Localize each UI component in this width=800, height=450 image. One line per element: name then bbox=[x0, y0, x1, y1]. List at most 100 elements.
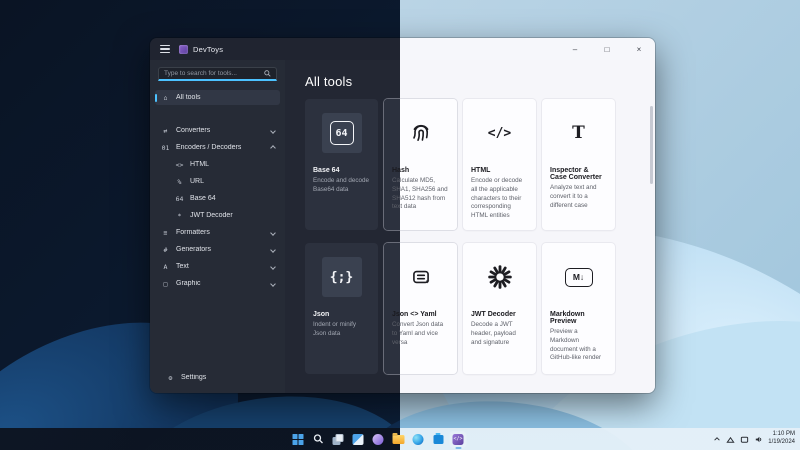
tool-card-desc: Calculate MD5, SHA1, SHA256 and SHA512 h… bbox=[392, 177, 448, 211]
image-icon: □ bbox=[163, 279, 168, 288]
desktop: DevToys – □ × ⌂ bbox=[0, 0, 800, 450]
start-icon[interactable] bbox=[291, 432, 306, 447]
burst-icon bbox=[480, 257, 520, 297]
tool-card-desc: Convert Json data to Yaml and vice versa bbox=[392, 321, 444, 346]
sidebar-item-graphic[interactable]: □ Graphic bbox=[155, 276, 280, 291]
sidebar-item-url[interactable]: % URL bbox=[169, 174, 280, 189]
tool-card-inspector[interactable]: T Inspector & Case Converter Analyze tex… bbox=[542, 99, 615, 230]
chevron-down-icon bbox=[270, 229, 276, 236]
sidebar-item-generators[interactable]: # Generators bbox=[155, 242, 280, 257]
chevron-down-icon bbox=[270, 263, 276, 270]
sidebar-item-formatters[interactable]: ≡ Formatters bbox=[155, 225, 280, 240]
tool-card-title: Markdown Preview bbox=[550, 311, 585, 325]
sidebar-item-html[interactable]: <> HTML bbox=[169, 157, 280, 172]
text-icon: A bbox=[163, 262, 168, 271]
markup-icon: <> bbox=[175, 160, 184, 169]
main-content: All tools 64 Base 64 Encode and decode B… bbox=[285, 60, 655, 393]
encode-icon: 01 bbox=[161, 143, 170, 152]
braces-icon: {;} bbox=[321, 257, 362, 297]
tool-card-title: Base 64 bbox=[313, 167, 340, 174]
search-input[interactable] bbox=[164, 70, 261, 77]
sidebar-item-encoders-decoders[interactable]: 01 Encoders / Decoders bbox=[155, 140, 280, 155]
markdown-icon: M↓ bbox=[559, 257, 599, 297]
taskbar: </> 1:10 PM 1/19/2024 bbox=[0, 428, 800, 450]
widgets-icon[interactable] bbox=[351, 432, 366, 447]
sidebar-item-settings[interactable]: ⚙ Settings bbox=[160, 370, 275, 385]
maximize-button[interactable]: □ bbox=[591, 38, 623, 60]
tool-card-desc: Indent or minify Json data bbox=[313, 321, 357, 337]
scrollbar[interactable] bbox=[650, 106, 653, 184]
tool-card-markdown-preview[interactable]: M↓ Markdown Preview Preview a Markdown d… bbox=[542, 243, 615, 374]
token-icon: * bbox=[177, 211, 182, 220]
swap-icon: ⇄ bbox=[163, 126, 168, 135]
tray-date: 1/19/2024 bbox=[768, 439, 795, 445]
indent-icon: ≡ bbox=[163, 228, 168, 237]
sidebar-item-all-tools[interactable]: ⌂ All tools bbox=[155, 90, 280, 105]
tool-card-hash[interactable]: Hash Calculate MD5, SHA1, SHA256 and SHA… bbox=[384, 99, 457, 230]
file-explorer-icon[interactable] bbox=[391, 432, 406, 447]
repeat-icon bbox=[401, 257, 441, 297]
sidebar-item-jwt-decoder[interactable]: * JWT Decoder bbox=[169, 208, 280, 223]
home-icon: ⌂ bbox=[163, 93, 168, 102]
link-icon: % bbox=[177, 177, 182, 186]
code-icon: </> bbox=[487, 125, 512, 141]
devtoys-window: DevToys – □ × ⌂ bbox=[150, 38, 655, 393]
window-body: ⌂ All tools ⇄ Converters 01 Encoders / D… bbox=[150, 60, 655, 393]
tool-card-desc: Encode and decode Base64 data bbox=[313, 177, 370, 193]
search-icon bbox=[264, 70, 271, 77]
tool-card-desc: Analyze text and convert it to a differe… bbox=[550, 184, 597, 209]
window-title: DevToys bbox=[193, 44, 224, 54]
base64-icon: 64 bbox=[175, 194, 184, 203]
window-controls: – □ × bbox=[559, 38, 655, 60]
tray-time: 1:10 PM bbox=[772, 431, 795, 438]
sidebar-item-text[interactable]: A Text bbox=[155, 259, 280, 274]
copilot-icon[interactable] bbox=[371, 432, 386, 447]
chevron-down-icon bbox=[270, 280, 276, 287]
tool-card-base64[interactable]: 64 Base 64 Encode and decode Base64 data bbox=[305, 99, 378, 230]
search-box[interactable] bbox=[158, 67, 277, 81]
close-button[interactable]: × bbox=[623, 38, 655, 60]
tool-card-title: JWT Decoder bbox=[471, 311, 516, 318]
sidebar-nav: ⌂ All tools ⇄ Converters 01 Encoders / D… bbox=[150, 89, 285, 292]
tool-card-title: Hash bbox=[392, 167, 410, 174]
chevron-down-icon bbox=[270, 127, 276, 134]
taskbar-icons: </> bbox=[291, 428, 466, 450]
onedrive-icon[interactable] bbox=[726, 435, 735, 444]
tool-card-desc: Encode or decode all the applicable char… bbox=[471, 177, 523, 220]
tool-card-desc: Preview a Markdown document with a GitHu… bbox=[550, 328, 602, 362]
hidden-icons-chevron-icon[interactable] bbox=[713, 435, 721, 443]
taskbar-clock[interactable]: 1:10 PM 1/19/2024 bbox=[768, 431, 795, 447]
microsoft-store-icon[interactable] bbox=[431, 432, 446, 447]
tool-card-title: Inspector & Case Converter bbox=[550, 167, 602, 181]
chevron-up-icon bbox=[270, 144, 276, 151]
language-icon[interactable] bbox=[740, 435, 749, 444]
devtoys-icon[interactable]: </> bbox=[450, 431, 466, 447]
search-icon[interactable] bbox=[311, 432, 326, 447]
tool-card-grid: 64 Base 64 Encode and decode Base64 data bbox=[305, 99, 655, 374]
sidebar-item-converters[interactable]: ⇄ Converters bbox=[155, 123, 280, 138]
system-tray: 1:10 PM 1/19/2024 bbox=[713, 428, 795, 450]
sidebar-item-base64[interactable]: 64 Base 64 bbox=[169, 191, 280, 206]
devtoys-logo-icon bbox=[179, 44, 188, 54]
tool-card-html[interactable]: </> HTML Encode or decode all the applic… bbox=[463, 99, 536, 230]
tool-card-title: Json bbox=[313, 311, 330, 318]
sidebar: ⌂ All tools ⇄ Converters 01 Encoders / D… bbox=[150, 60, 285, 393]
gear-icon: ⚙ bbox=[168, 373, 173, 382]
generator-icon: # bbox=[163, 245, 168, 254]
fingerprint-icon bbox=[401, 113, 441, 153]
letter-t-icon: T bbox=[572, 123, 585, 143]
tool-card-json[interactable]: {;} Json Indent or minify Json data bbox=[305, 243, 378, 374]
titlebar[interactable]: DevToys – □ × bbox=[150, 38, 655, 60]
tool-card-title: Json <> Yaml bbox=[392, 311, 437, 318]
base64-icon: 64 bbox=[321, 113, 362, 153]
edge-icon[interactable] bbox=[411, 432, 426, 447]
minimize-button[interactable]: – bbox=[559, 38, 591, 60]
tool-card-desc: Decode a JWT header, payload and signatu… bbox=[471, 321, 516, 346]
page-title: All tools bbox=[305, 74, 353, 89]
chevron-down-icon bbox=[270, 246, 276, 253]
tool-card-jwt-decoder[interactable]: JWT Decoder Decode a JWT header, payload… bbox=[463, 243, 536, 374]
task-view-icon[interactable] bbox=[331, 432, 346, 447]
hamburger-menu-icon[interactable] bbox=[160, 45, 170, 53]
volume-icon[interactable] bbox=[754, 435, 763, 444]
tool-card-json-yaml[interactable]: Json <> Yaml Convert Json data to Yaml a… bbox=[384, 243, 457, 374]
